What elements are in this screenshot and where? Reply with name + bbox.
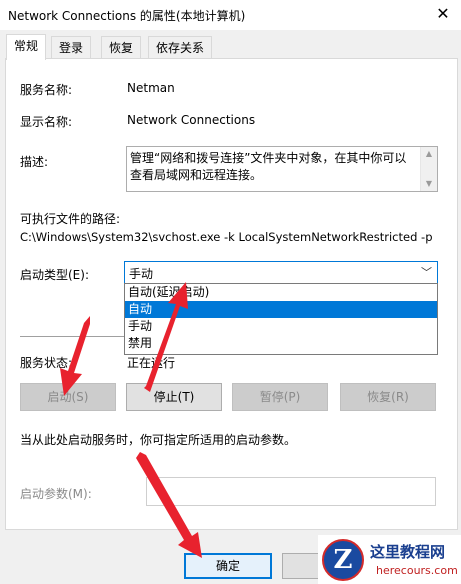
pause-button[interactable]: 暂停(P) (232, 383, 328, 411)
option-auto[interactable]: 自动 (125, 301, 437, 318)
startup-type-select[interactable]: 手动 ﹀ (124, 261, 438, 284)
description-scrollbar[interactable]: ▲ ▼ (420, 147, 437, 191)
path-value: C:\Windows\System32\svchost.exe -k Local… (20, 230, 433, 244)
start-params-label: 启动参数(M): (20, 487, 92, 501)
status-label: 服务状态: (20, 356, 73, 370)
description-text: 管理“网络和拨号连接”文件夹中对象，在其中你可以查看局域网和远程连接。 (130, 151, 407, 182)
window-title: Network Connections 的属性(本地计算机) (8, 9, 246, 23)
start-button[interactable]: 启动(S) (20, 383, 116, 411)
cancel-button[interactable] (282, 553, 322, 579)
option-disabled[interactable]: 禁用 (125, 335, 437, 352)
tab-general[interactable]: 常规 (6, 34, 46, 60)
display-name-label: 显示名称: (20, 115, 73, 129)
tab-dependencies[interactable]: 依存关系 (148, 36, 212, 59)
site-name: 这里教程网 (370, 543, 446, 561)
scroll-up-icon[interactable]: ▲ (421, 147, 437, 161)
option-auto-delayed[interactable]: 自动(延迟启动) (125, 284, 437, 301)
startup-type-label: 启动类型(E): (20, 268, 89, 282)
chevron-down-icon[interactable]: ﹀ (421, 264, 432, 280)
path-label: 可执行文件的路径: (20, 212, 121, 226)
separator (20, 336, 124, 337)
description-box[interactable]: 管理“网络和拨号连接”文件夹中对象，在其中你可以查看局域网和远程连接。 ▲ ▼ (126, 146, 438, 192)
site-logo: Z (322, 539, 364, 581)
title-bar: Network Connections 的属性(本地计算机) ✕ (0, 0, 461, 30)
tab-recovery[interactable]: 恢复 (101, 36, 141, 59)
option-manual[interactable]: 手动 (125, 318, 437, 335)
startup-type-dropdown: 自动(延迟启动) 自动 手动 禁用 (124, 283, 438, 355)
startup-type-value: 手动 (129, 267, 154, 281)
status-value: 正在运行 (127, 356, 176, 370)
scroll-down-icon[interactable]: ▼ (421, 177, 437, 191)
site-url: herecours.com (376, 564, 458, 577)
close-icon[interactable]: ✕ (428, 2, 458, 26)
watermark: Z 这里教程网 herecours.com (318, 535, 461, 584)
service-name-label: 服务名称: (20, 83, 73, 97)
description-label: 描述: (20, 155, 49, 169)
stop-button[interactable]: 停止(T) (126, 383, 222, 411)
service-name-value: Netman (127, 81, 175, 95)
resume-button[interactable]: 恢复(R) (340, 383, 436, 411)
tab-logon[interactable]: 登录 (51, 36, 91, 59)
display-name-value: Network Connections (127, 113, 256, 127)
start-params-hint: 当从此处启动服务时，你可指定所适用的启动参数。 (20, 433, 297, 447)
ok-button[interactable]: 确定 (184, 553, 272, 579)
start-params-input[interactable] (146, 477, 436, 506)
